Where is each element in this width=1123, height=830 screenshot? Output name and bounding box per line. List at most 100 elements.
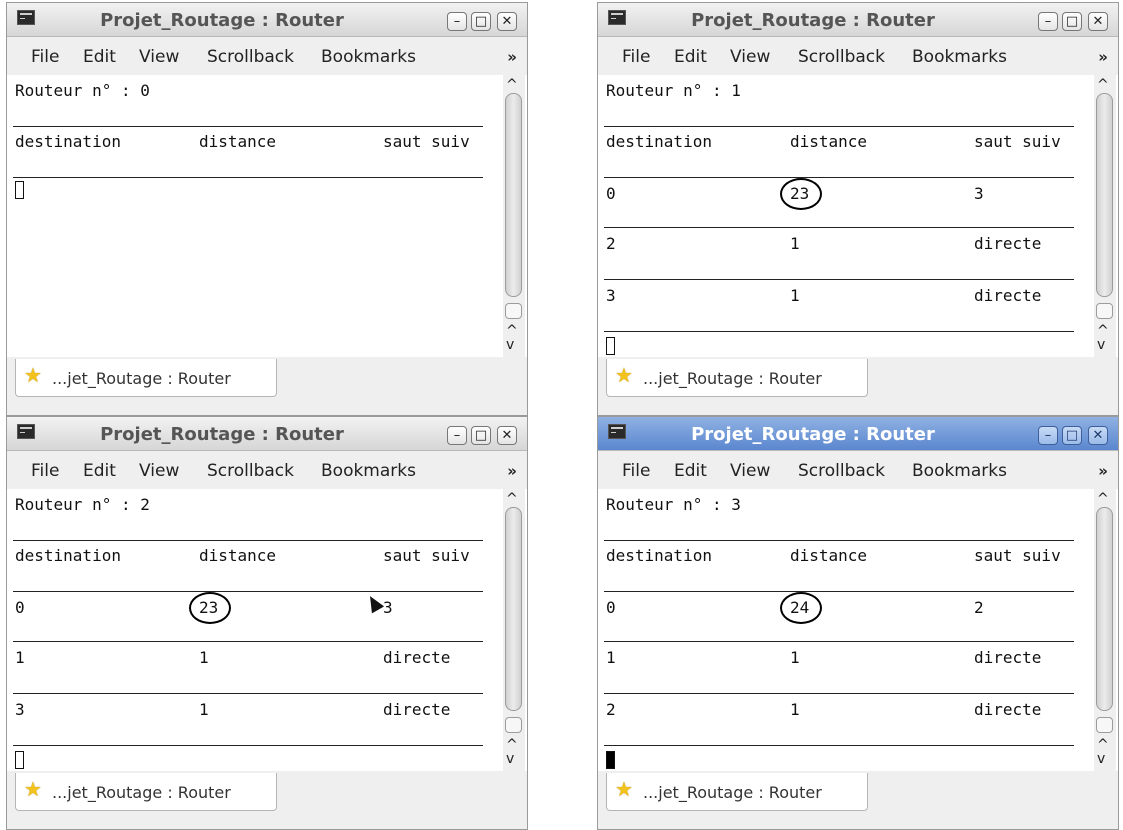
session-tab[interactable]: ★ ...jet_Routage : Router <box>15 773 277 811</box>
menu-bookmarks[interactable]: Bookmarks <box>912 47 1007 67</box>
minimize-button[interactable]: – <box>447 12 467 31</box>
row-destination: 0 <box>15 598 25 617</box>
row-distance: 1 <box>790 286 800 305</box>
scrollbar-thumb[interactable] <box>505 507 522 711</box>
window-title: Projet_Routage : Router <box>100 10 344 31</box>
scrollbar[interactable]: ^ ^ v <box>503 489 525 771</box>
maximize-button[interactable]: □ <box>471 12 491 31</box>
scrollbar[interactable]: ^ ^ v <box>1094 489 1116 771</box>
divider <box>13 745 483 746</box>
close-button[interactable]: ✕ <box>1088 12 1108 31</box>
row-destination: 3 <box>606 286 616 305</box>
close-button[interactable]: ✕ <box>497 12 517 31</box>
header-distance: distance <box>199 546 277 565</box>
terminal-output[interactable]: Routeur n° : 0 destination distance saut… <box>9 75 505 357</box>
tab-bar: ★ ...jet_Routage : Router <box>7 771 527 829</box>
tab-label: ...jet_Routage : Router <box>52 783 231 802</box>
session-tab[interactable]: ★ ...jet_Routage : Router <box>15 359 277 397</box>
title-bar[interactable]: Projet_Routage : Router – □ ✕ <box>598 3 1118 37</box>
text-cursor <box>606 751 615 769</box>
menu-scrollback[interactable]: Scrollback <box>207 461 294 481</box>
menu-view[interactable]: View <box>139 47 179 67</box>
menu-view[interactable]: View <box>139 461 179 481</box>
maximize-button[interactable]: □ <box>1062 426 1082 445</box>
menu-bar: File Edit View Scrollback Bookmarks » <box>7 37 527 75</box>
title-bar[interactable]: Projet_Routage : Router – □ ✕ <box>7 3 527 37</box>
scrollbar[interactable]: ^ ^ v <box>1094 75 1116 357</box>
menu-view[interactable]: View <box>730 47 770 67</box>
chevron-up-icon[interactable]: ^ <box>506 491 518 507</box>
menu-edit[interactable]: Edit <box>83 461 116 481</box>
menu-overflow-icon[interactable]: » <box>1098 462 1108 480</box>
menu-bookmarks[interactable]: Bookmarks <box>321 47 416 67</box>
terminal-output[interactable]: Routeur n° : 3 destination distance saut… <box>600 489 1096 771</box>
menu-file[interactable]: File <box>622 461 650 481</box>
scrollbar-handle[interactable] <box>1096 303 1113 319</box>
text-cursor <box>15 751 24 769</box>
minimize-button[interactable]: – <box>1038 426 1058 445</box>
maximize-button[interactable]: □ <box>471 426 491 445</box>
chevron-down-icon[interactable]: v <box>1097 751 1105 767</box>
row-next-hop: directe <box>383 700 451 719</box>
window-title: Projet_Routage : Router <box>691 10 935 31</box>
router-label: Routeur n° : 2 <box>15 495 150 514</box>
menu-overflow-icon[interactable]: » <box>507 462 517 480</box>
scrollbar-thumb[interactable] <box>1096 507 1113 711</box>
terminal-output[interactable]: Routeur n° : 1 destination distance saut… <box>600 75 1096 357</box>
chevron-up-icon[interactable]: ^ <box>1097 77 1109 93</box>
close-button[interactable]: ✕ <box>497 426 517 445</box>
menu-view[interactable]: View <box>730 461 770 481</box>
menu-edit[interactable]: Edit <box>674 47 707 67</box>
menu-edit[interactable]: Edit <box>83 47 116 67</box>
divider <box>604 227 1074 228</box>
divider <box>604 693 1074 694</box>
text-cursor <box>15 181 24 199</box>
chevron-up-icon[interactable]: ^ <box>506 77 518 93</box>
menu-file[interactable]: File <box>622 47 650 67</box>
menu-overflow-icon[interactable]: » <box>1098 48 1108 66</box>
session-tab[interactable]: ★ ...jet_Routage : Router <box>606 359 868 397</box>
window-title: Projet_Routage : Router <box>100 424 344 445</box>
scrollbar-handle[interactable] <box>505 717 522 733</box>
row-destination: 3 <box>15 700 25 719</box>
star-icon: ★ <box>615 363 633 387</box>
close-button[interactable]: ✕ <box>1088 426 1108 445</box>
menu-bookmarks[interactable]: Bookmarks <box>912 461 1007 481</box>
chevron-down-icon[interactable]: v <box>506 751 514 767</box>
menu-file[interactable]: File <box>31 461 59 481</box>
title-bar[interactable]: Projet_Routage : Router – □ ✕ <box>598 417 1118 451</box>
scrollbar-thumb[interactable] <box>1096 93 1113 297</box>
terminal-output[interactable]: Routeur n° : 2 destination distance saut… <box>9 489 505 771</box>
menu-bar: File Edit View Scrollback Bookmarks » <box>598 451 1118 489</box>
title-bar[interactable]: Projet_Routage : Router – □ ✕ <box>7 417 527 451</box>
divider <box>13 540 483 541</box>
scrollbar-handle[interactable] <box>505 303 522 319</box>
chevron-up-icon[interactable]: ^ <box>1097 491 1109 507</box>
row-destination: 2 <box>606 234 616 253</box>
scrollbar-thumb[interactable] <box>505 93 522 297</box>
chevron-down-icon[interactable]: v <box>506 337 514 353</box>
menu-bookmarks[interactable]: Bookmarks <box>321 461 416 481</box>
scrollbar[interactable]: ^ ^ v <box>503 75 525 357</box>
session-tab[interactable]: ★ ...jet_Routage : Router <box>606 773 868 811</box>
menu-file[interactable]: File <box>31 47 59 67</box>
star-icon: ★ <box>24 777 42 801</box>
row-destination: 1 <box>606 648 616 667</box>
row-next-hop: directe <box>974 286 1042 305</box>
star-icon: ★ <box>615 777 633 801</box>
terminal-window-router-1: Projet_Routage : Router – □ ✕ File Edit … <box>597 2 1119 416</box>
menu-scrollback[interactable]: Scrollback <box>207 47 294 67</box>
header-destination: destination <box>606 546 712 565</box>
chevron-down-icon[interactable]: v <box>1097 337 1105 353</box>
menu-edit[interactable]: Edit <box>674 461 707 481</box>
minimize-button[interactable]: – <box>447 426 467 445</box>
router-label: Routeur n° : 0 <box>15 81 150 100</box>
menu-overflow-icon[interactable]: » <box>507 48 517 66</box>
menu-scrollback[interactable]: Scrollback <box>798 461 885 481</box>
scrollbar-handle[interactable] <box>1096 717 1113 733</box>
menu-scrollback[interactable]: Scrollback <box>798 47 885 67</box>
tab-label: ...jet_Routage : Router <box>643 783 822 802</box>
header-distance: distance <box>790 132 868 151</box>
minimize-button[interactable]: – <box>1038 12 1058 31</box>
maximize-button[interactable]: □ <box>1062 12 1082 31</box>
